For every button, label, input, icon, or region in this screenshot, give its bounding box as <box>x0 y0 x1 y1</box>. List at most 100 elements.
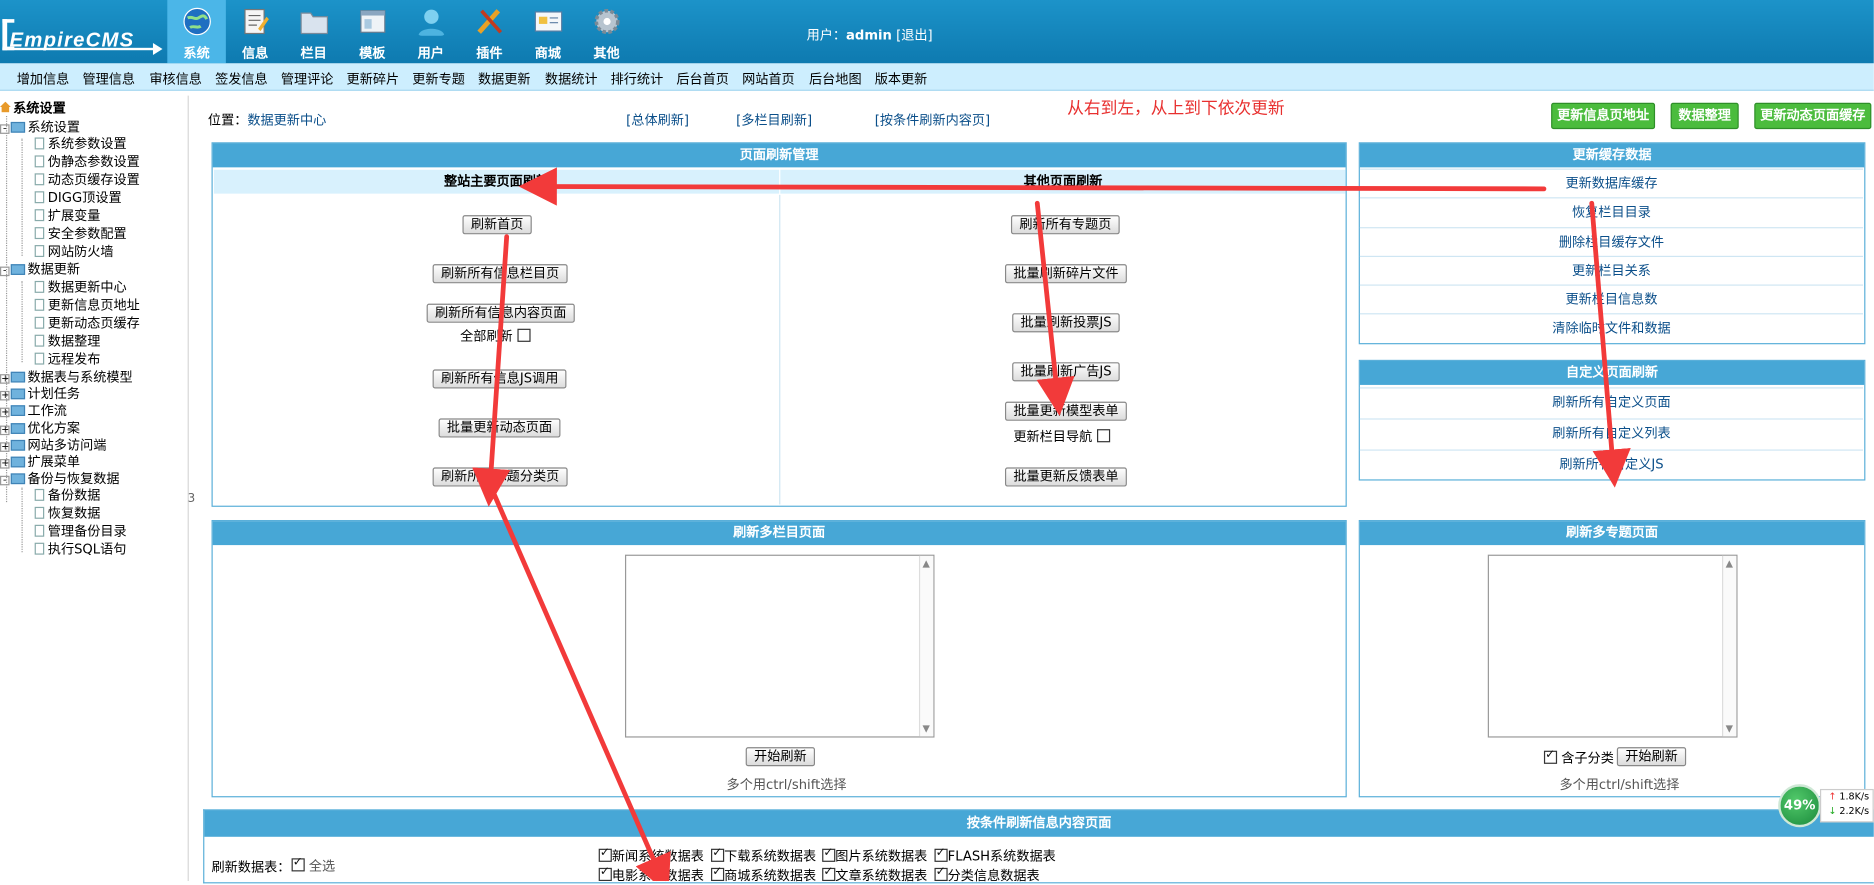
table-checkbox[interactable] <box>822 846 836 862</box>
sidebar-item[interactable]: 执行SQL语句 <box>34 540 127 558</box>
sidebar-item[interactable]: 更新动态页缓存 <box>34 314 140 332</box>
refresh-all-js-button[interactable]: 刷新所有信息JS调用 <box>432 369 567 389</box>
table-option[interactable]: 电影系统数据表 <box>598 865 704 884</box>
submenu-sign-info[interactable]: 签发信息 <box>215 69 268 88</box>
table-checkbox[interactable] <box>711 846 725 862</box>
include-sub-option[interactable]: 含子分类 <box>1543 748 1614 767</box>
update-nav-option[interactable]: 更新栏目导航 <box>1013 427 1110 446</box>
update-info-url-button[interactable]: 更新信息页地址 <box>1551 102 1656 130</box>
batch-update-feedback-button[interactable]: 批量更新反馈表单 <box>1004 467 1127 487</box>
select-all-option[interactable]: 全选 <box>291 856 335 875</box>
expand-icon[interactable]: + <box>0 458 10 469</box>
refresh-title-category-button[interactable]: 刷新所有标题分类页 <box>432 467 568 487</box>
link-multi-column-refresh[interactable]: [多栏目刷新] <box>736 110 812 129</box>
refresh-home-button[interactable]: 刷新首页 <box>462 215 532 235</box>
refresh-all-column-pages-button[interactable]: 刷新所有信息栏目页 <box>432 264 568 284</box>
scrollbar[interactable]: ▲ ▼ <box>918 555 934 737</box>
full-refresh-option[interactable]: 全部刷新 <box>460 326 530 345</box>
submenu-update-fragments[interactable]: 更新碎片 <box>347 69 400 88</box>
table-option[interactable]: 分类信息数据表 <box>934 865 1040 884</box>
delete-column-cache-link[interactable]: 删除栏目缓存文件 <box>1359 227 1864 256</box>
sidebar-item[interactable]: 数据更新中心 <box>34 279 127 297</box>
start-refresh-topics-button[interactable]: 开始刷新 <box>1616 747 1687 767</box>
update-nav-checkbox[interactable] <box>1096 429 1110 443</box>
table-checkbox[interactable] <box>598 865 612 882</box>
expand-icon[interactable]: + <box>0 425 10 436</box>
link-total-refresh[interactable]: [总体刷新] <box>626 110 689 129</box>
sidebar-group[interactable]: + 工作流 <box>0 402 67 420</box>
submenu-version-update[interactable]: 版本更新 <box>875 69 928 88</box>
sidebar-item[interactable]: 远程发布 <box>34 350 101 368</box>
nav-column[interactable]: 栏目 <box>284 0 343 63</box>
expand-icon[interactable]: + <box>0 407 10 418</box>
sidebar-group[interactable]: + 扩展菜单 <box>0 453 80 471</box>
table-option[interactable]: 商城系统数据表 <box>711 865 816 884</box>
submenu-data-update[interactable]: 数据更新 <box>478 69 531 88</box>
data-cleanup-button[interactable]: 数据整理 <box>1670 102 1739 130</box>
column-select-list[interactable]: ▲ ▼ <box>624 554 935 738</box>
submenu-update-topics[interactable]: 更新专题 <box>412 69 465 88</box>
submenu-admin-home[interactable]: 后台首页 <box>676 69 729 88</box>
submenu-manage-info[interactable]: 管理信息 <box>82 69 135 88</box>
table-option[interactable]: 图片系统数据表 <box>822 846 927 865</box>
network-speed-badge[interactable]: 49% <box>1778 784 1822 828</box>
nav-user[interactable]: 用户 <box>402 0 461 63</box>
sidebar-item[interactable]: 备份数据 <box>34 487 101 505</box>
sidebar-item[interactable]: 安全参数配置 <box>34 225 127 243</box>
refresh-all-content-pages-button[interactable]: 刷新所有信息内容页面 <box>426 303 575 323</box>
nav-plugin[interactable]: 插件 <box>460 0 519 63</box>
sidebar-group[interactable]: + 网站多访问端 <box>0 436 106 454</box>
refresh-custom-lists-link[interactable]: 刷新所有自定义列表 <box>1359 418 1864 447</box>
nav-other[interactable]: 其他 <box>577 0 636 63</box>
update-column-count-link[interactable]: 更新栏目信息数 <box>1359 284 1864 314</box>
sidebar-group[interactable]: + 数据表与系统模型 <box>0 368 133 386</box>
table-checkbox[interactable] <box>711 865 725 882</box>
nav-shop[interactable]: 商城 <box>519 0 578 63</box>
collapse-icon[interactable]: - <box>0 266 10 277</box>
submenu-manage-comments[interactable]: 管理评论 <box>281 69 334 88</box>
nav-template[interactable]: 模板 <box>343 0 402 63</box>
sidebar-item[interactable]: DIGG顶设置 <box>34 189 122 207</box>
refresh-custom-js-link[interactable]: 刷新所有自定义JS <box>1359 449 1864 478</box>
batch-refresh-ad-js-button[interactable]: 批量刷新广告JS <box>1012 362 1120 382</box>
expand-icon[interactable]: + <box>0 374 10 384</box>
update-dynamic-cache-button[interactable]: 更新动态页面缓存 <box>1754 102 1872 130</box>
table-option[interactable]: FLASH系统数据表 <box>934 846 1056 865</box>
submenu-site-home[interactable]: 网站首页 <box>742 69 795 88</box>
include-sub-checkbox[interactable] <box>1543 748 1558 764</box>
breadcrumb-current[interactable]: 数据更新中心 <box>247 112 326 128</box>
start-refresh-columns-button[interactable]: 开始刷新 <box>745 747 815 767</box>
full-refresh-checkbox[interactable] <box>516 328 530 342</box>
batch-update-model-form-button[interactable]: 批量更新模型表单 <box>1004 401 1127 421</box>
sidebar-item[interactable]: 网站防火墙 <box>34 243 114 261</box>
batch-refresh-fragments-button[interactable]: 批量刷新碎片文件 <box>1004 264 1127 284</box>
submenu-rank-stats[interactable]: 排行统计 <box>611 69 664 88</box>
update-db-cache-link[interactable]: 更新数据库缓存 <box>1359 168 1864 198</box>
expand-icon[interactable]: + <box>0 442 10 452</box>
submenu-data-stats[interactable]: 数据统计 <box>545 69 598 88</box>
sidebar-item[interactable]: 数据整理 <box>34 332 101 350</box>
sidebar-item[interactable]: 恢复数据 <box>34 504 101 522</box>
submenu-review-info[interactable]: 审核信息 <box>149 69 202 88</box>
submenu-admin-map[interactable]: 后台地图 <box>809 69 862 88</box>
scrollbar[interactable]: ▲ ▼ <box>1721 555 1737 737</box>
sidebar-group[interactable]: - 备份与恢复数据 <box>0 470 120 488</box>
table-option[interactable]: 文章系统数据表 <box>822 865 927 884</box>
clear-temp-data-link[interactable]: 清除临时文件和数据 <box>1359 313 1864 342</box>
sidebar-item[interactable]: 更新信息页地址 <box>34 296 140 314</box>
table-option[interactable]: 下载系统数据表 <box>711 846 816 865</box>
sidebar-group[interactable]: + 优化方案 <box>0 420 80 438</box>
table-checkbox[interactable] <box>598 846 612 862</box>
refresh-custom-pages-link[interactable]: 刷新所有自定义页面 <box>1359 387 1864 416</box>
nav-system[interactable]: 系统 <box>167 0 226 64</box>
batch-refresh-vote-js-button[interactable]: 批量刷新投票JS <box>1012 313 1120 333</box>
link-condition-refresh[interactable]: [按条件刷新内容页] <box>875 110 990 129</box>
nav-info[interactable]: 信息 <box>226 0 285 63</box>
sidebar-item[interactable]: 系统参数设置 <box>34 135 127 153</box>
refresh-all-topics-button[interactable]: 刷新所有专题页 <box>1010 215 1120 235</box>
collapse-icon[interactable]: - <box>0 124 10 134</box>
collapse-icon[interactable]: - <box>0 475 10 486</box>
table-option[interactable]: 新闻系统数据表 <box>598 846 704 865</box>
sidebar-item[interactable]: 伪静态参数设置 <box>34 153 140 171</box>
sidebar-item[interactable]: 管理备份目录 <box>34 522 127 540</box>
